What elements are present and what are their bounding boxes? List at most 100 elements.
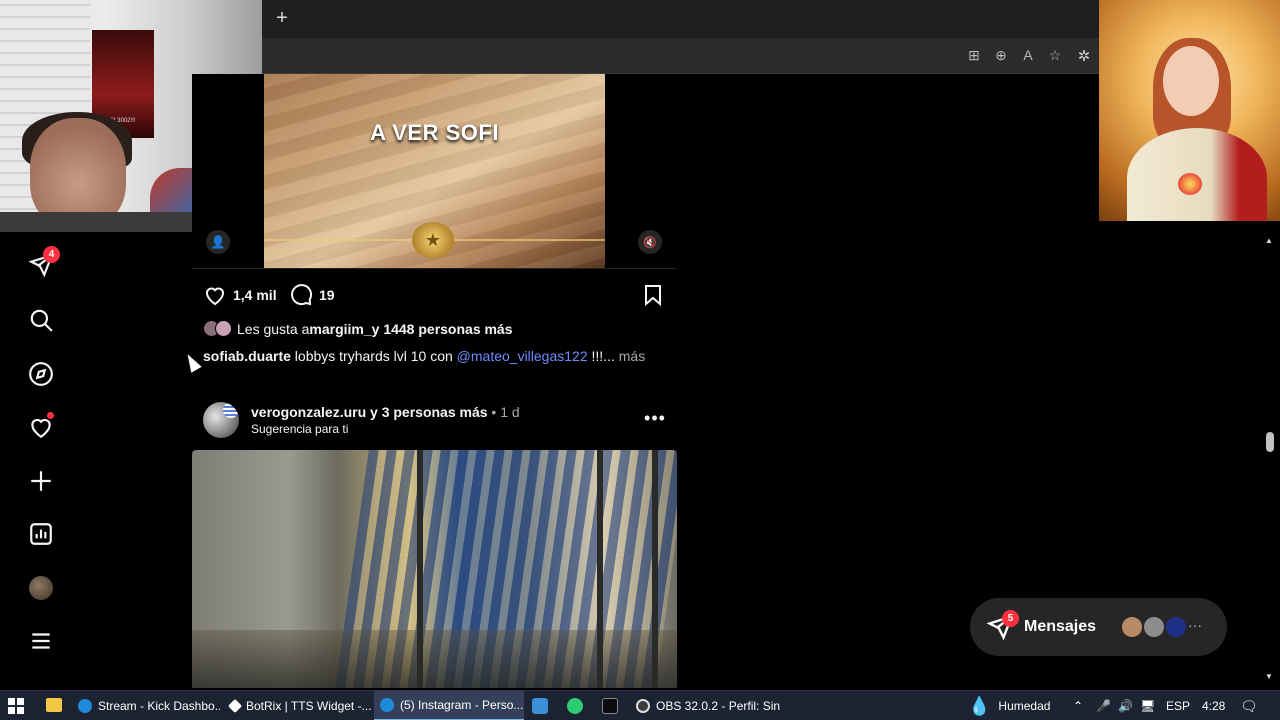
sidebar-item-notifications[interactable]: [22, 408, 60, 446]
post-author-avatar[interactable]: [203, 402, 239, 438]
caption-more-link[interactable]: más: [615, 348, 645, 364]
portrait-sacred-heart: [1178, 173, 1202, 195]
search-icon: [30, 309, 53, 332]
messages-unread-badge: 5: [1002, 610, 1019, 627]
notifications-dot: [47, 412, 54, 419]
more-menu-icon: [32, 633, 50, 649]
sidebar-item-more[interactable]: [22, 622, 60, 660]
taskbar-app-botrix[interactable]: BotRix | TTS Widget -...: [224, 691, 372, 720]
taskbar-app-label: (5) Instagram - Perso...: [400, 698, 524, 712]
taskbar-app-label: OBS 32.0.2 - Perfil: Sin...: [656, 699, 780, 713]
caption-tail: !!!...: [587, 348, 615, 364]
speaker-icon[interactable]: 🔊: [1118, 691, 1133, 720]
post-header: verogonzalez.uru y 3 personas más • 1 d …: [203, 402, 677, 442]
post-caption: sofiab.duarte lobbys tryhards lvl 10 con…: [203, 348, 645, 364]
file-explorer-icon[interactable]: [46, 698, 62, 712]
extensions-icon[interactable]: ✲: [1075, 47, 1093, 65]
network-icon[interactable]: 🖥: [1140, 691, 1155, 720]
chrome-icon[interactable]: [567, 698, 583, 714]
messages-drawer-button[interactable]: Mensajes ···: [970, 598, 1227, 656]
portrait-face: [1163, 46, 1219, 116]
bookmark-icon[interactable]: [641, 283, 665, 307]
page-scrollbar[interactable]: [1262, 232, 1280, 688]
uruguay-flag-icon: [223, 402, 239, 418]
likes-others-link[interactable]: y 1448 personas más: [372, 321, 513, 337]
language-indicator[interactable]: ESP: [1166, 691, 1190, 720]
sidebar-item-explore[interactable]: [22, 355, 60, 393]
caption-text: lobbys tryhards lvl 10 con: [290, 348, 457, 364]
post-options-button[interactable]: •••: [643, 406, 667, 430]
stadium-pole: [417, 450, 423, 688]
favorite-star-icon[interactable]: ☆: [1046, 46, 1064, 64]
create-plus-icon: [31, 471, 51, 491]
scrollbar-thumb[interactable]: [1266, 432, 1274, 452]
clock[interactable]: 4:28: [1202, 691, 1225, 720]
sidebar-item-create[interactable]: [22, 462, 60, 500]
save-action[interactable]: [641, 283, 665, 307]
weather-widget[interactable]: 💧 Humedad: [968, 691, 1050, 720]
chevron-up-icon[interactable]: ⌃: [1073, 699, 1083, 713]
conversation-avatar: [1120, 615, 1144, 639]
obs-icon: [636, 699, 650, 713]
likes-summary[interactable]: Les gusta a margiim_ y 1448 personas más: [203, 320, 513, 337]
post-author-names[interactable]: verogonzalez.uru y 3 personas más: [251, 404, 488, 420]
comment-count: 19: [319, 287, 335, 303]
zoom-icon[interactable]: ⊕: [992, 46, 1010, 64]
messages-label: Mensajes: [1024, 618, 1097, 635]
scroll-up-arrow-icon[interactable]: ▲: [1265, 236, 1273, 245]
conversation-avatar: [1164, 615, 1188, 639]
post-media-video[interactable]: A VER SOFI ★: [192, 74, 677, 269]
sidebar-item-profile[interactable]: [22, 569, 60, 607]
sidebar-item-dashboard[interactable]: [22, 515, 60, 553]
mute-button[interactable]: 🔇: [638, 230, 662, 254]
portrait-overlay: [1099, 0, 1280, 221]
reel-video[interactable]: A VER SOFI ★: [264, 74, 605, 268]
taskbar-app-kick[interactable]: Stream - Kick Dashbo...: [72, 691, 220, 720]
tagged-users-button[interactable]: 👤: [206, 230, 230, 254]
read-aloud-icon[interactable]: A: [1019, 46, 1037, 64]
rank-star-icon: ★: [412, 222, 454, 258]
humidity-drop-icon: 💧: [968, 695, 991, 716]
like-action[interactable]: 1,4 mil: [203, 283, 277, 307]
dashboard-icon: [30, 523, 52, 545]
post-media-image[interactable]: [192, 450, 677, 688]
caption-mention-link[interactable]: @mateo_villegas122: [457, 348, 588, 364]
notifications-center-icon[interactable]: 🗨: [1240, 691, 1258, 720]
like-count: 1,4 mil: [233, 287, 277, 303]
stadium-pole: [597, 450, 603, 688]
post-author-line[interactable]: verogonzalez.uru y 3 personas más • 1 d: [251, 404, 520, 420]
likes-user-link[interactable]: margiim_: [309, 321, 371, 337]
windows-taskbar: Stream - Kick Dashbo... BotRix | TTS Wid…: [0, 690, 1280, 720]
new-tab-button[interactable]: +: [272, 8, 292, 28]
add-to-collection-icon[interactable]: ⊞: [965, 46, 983, 64]
taskbar-app-label: Stream - Kick Dashbo...: [98, 699, 220, 713]
start-button[interactable]: [8, 698, 24, 714]
caption-username-link[interactable]: sofiab.duarte: [203, 348, 291, 364]
scroll-down-arrow-icon[interactable]: ▼: [1265, 672, 1273, 681]
sidebar-item-messages[interactable]: 4: [22, 246, 60, 284]
stadium-pole: [652, 450, 658, 688]
liker-avatar: [215, 320, 232, 337]
comment-bubble-icon[interactable]: [289, 283, 313, 307]
microphone-icon[interactable]: 🎤: [1096, 691, 1111, 720]
sidebar-item-search[interactable]: [22, 301, 60, 339]
like-heart-icon[interactable]: [203, 283, 227, 307]
profile-avatar: [29, 576, 53, 600]
video-overlay-caption: A VER SOFI: [370, 120, 499, 145]
taskbar-app-label: BotRix | TTS Widget -...: [246, 699, 372, 713]
address-bar-actions: ⊞ ⊕ A ☆: [965, 46, 1064, 64]
screen: + ⊞ ⊕ A ☆ ✲ III 3002!!! 4 A VER SOFI ★ 👤…: [0, 0, 1280, 720]
conversation-avatar: [1142, 615, 1166, 639]
browser-tab-bar: [262, 0, 1100, 38]
comment-action[interactable]: 19: [289, 283, 335, 307]
browser-address-bar[interactable]: ⊞ ⊕ A ☆: [262, 38, 1100, 74]
edge-browser-icon: [380, 698, 394, 712]
taskbar-app-obs[interactable]: OBS 32.0.2 - Perfil: Sin...: [630, 691, 780, 720]
edge-browser-icon: [78, 699, 92, 713]
post-time: • 1 d: [487, 404, 520, 420]
botrix-icon: [227, 698, 243, 714]
terminal-icon[interactable]: [602, 698, 618, 714]
mail-icon[interactable]: [532, 698, 548, 714]
tray-overflow[interactable]: ⌃: [1073, 691, 1083, 720]
taskbar-app-instagram[interactable]: (5) Instagram - Perso...: [374, 691, 524, 720]
